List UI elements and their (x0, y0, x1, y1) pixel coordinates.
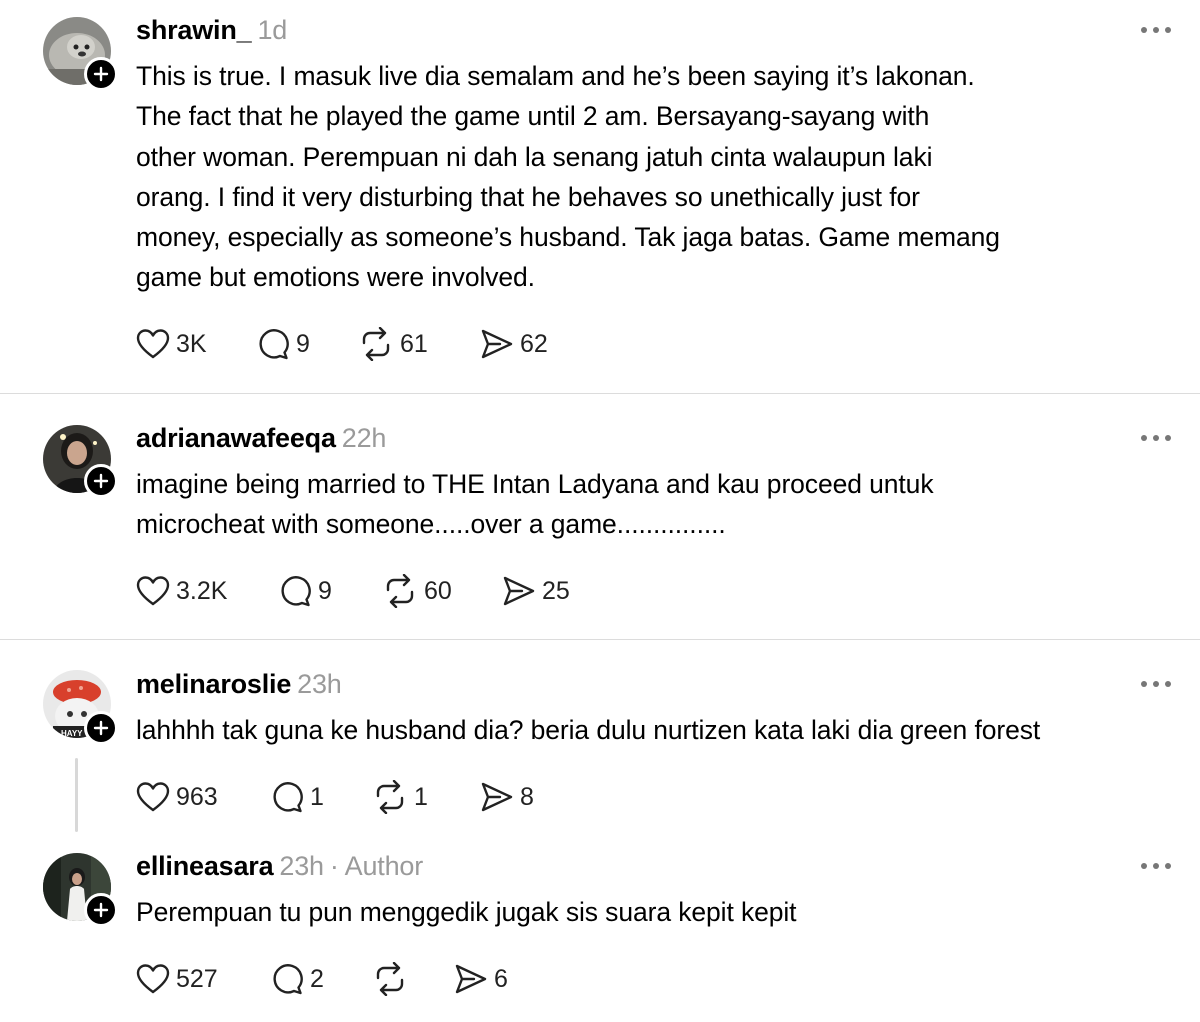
more-dots-icon (1141, 27, 1171, 33)
separator-dot: · (329, 851, 339, 881)
like-button[interactable]: 527 (136, 959, 218, 999)
action-bar: 3.2K 9 60 25 (136, 571, 736, 611)
post-text: lahhhh tak guna ke husband dia? beria du… (136, 710, 1136, 750)
post-header: shrawin_ 1d (136, 15, 287, 46)
repost-count: 1 (414, 782, 428, 811)
more-dots-icon (1141, 863, 1171, 869)
send-icon (455, 964, 487, 994)
reply-button[interactable]: 1 (270, 777, 324, 817)
like-button[interactable]: 3K (136, 324, 207, 364)
repost-count: 60 (424, 576, 452, 605)
more-button[interactable] (1138, 431, 1174, 445)
follow-button[interactable] (84, 893, 118, 927)
post-text: imagine being married to THE Intan Ladya… (136, 464, 1136, 545)
repost-button[interactable] (372, 959, 414, 999)
reply-count: 2 (310, 964, 324, 993)
heart-icon (136, 329, 170, 359)
more-dots-icon (1141, 681, 1171, 687)
username[interactable]: shrawin_ (136, 15, 252, 45)
send-icon (503, 576, 535, 606)
more-button[interactable] (1138, 677, 1174, 691)
plus-icon (93, 720, 109, 736)
speech-bubble-icon (273, 964, 303, 995)
speech-bubble-icon (281, 576, 311, 607)
post-header: adrianawafeeqa 22h (136, 423, 386, 454)
timestamp[interactable]: 1d (257, 15, 287, 45)
thread-connector-line (75, 758, 78, 832)
like-button[interactable]: 3.2K (136, 571, 227, 611)
text-line: microcheat with someone.....over a game.… (136, 509, 726, 540)
like-button[interactable]: 963 (136, 777, 218, 817)
text-line: lahhhh tak guna ke husband dia? beria du… (136, 715, 1041, 745)
reply-button[interactable]: 2 (270, 959, 324, 999)
username[interactable]: adrianawafeeqa (136, 423, 336, 453)
text-line: This is true. I masuk live dia semalam a… (136, 61, 975, 91)
follow-button[interactable] (84, 464, 118, 498)
more-button[interactable] (1138, 859, 1174, 873)
speech-bubble-icon (259, 329, 289, 360)
timestamp[interactable]: 23h (297, 669, 342, 699)
send-icon (481, 329, 513, 359)
text-line: game but emotions were involved. (136, 262, 535, 293)
text-line: imagine being married to THE Intan Ladya… (136, 469, 934, 499)
speech-bubble-icon (273, 782, 303, 813)
username[interactable]: ellineasara (136, 851, 274, 881)
plus-icon (93, 902, 109, 918)
post-header: melinaroslie 23h (136, 669, 342, 700)
share-count: 6 (494, 964, 508, 993)
like-count: 963 (176, 782, 218, 811)
text-line: Perempuan tu pun menggedik jugak sis sua… (136, 897, 797, 927)
timestamp[interactable]: 22h (342, 423, 387, 453)
plus-icon (93, 66, 109, 82)
action-bar: 963 1 1 8 (136, 777, 736, 817)
share-button[interactable]: 25 (502, 571, 570, 611)
heart-icon (136, 782, 170, 812)
share-button[interactable]: 62 (480, 324, 548, 364)
repost-icon (386, 574, 414, 608)
share-button[interactable]: 8 (480, 777, 534, 817)
text-line: other woman. Perempuan ni dah la senang … (136, 141, 933, 172)
username[interactable]: melinaroslie (136, 669, 291, 699)
repost-count: 61 (400, 329, 428, 358)
divider (0, 639, 1200, 640)
action-bar: 527 2 6 (136, 959, 736, 999)
repost-button[interactable]: 61 (358, 324, 428, 364)
heart-icon (136, 964, 170, 994)
heart-icon (136, 576, 170, 606)
share-count: 62 (520, 329, 548, 358)
author-label: Author (344, 851, 424, 881)
reply-button[interactable]: 9 (278, 571, 332, 611)
reply-count: 9 (296, 329, 310, 358)
divider (0, 393, 1200, 394)
reply-button[interactable]: 9 (256, 324, 310, 364)
more-dots-icon (1141, 435, 1171, 441)
more-button[interactable] (1138, 23, 1174, 37)
repost-icon (376, 780, 404, 814)
share-button[interactable]: 6 (454, 959, 508, 999)
send-icon (481, 782, 513, 812)
post-header: ellineasara 23h · Author (136, 851, 423, 882)
post-text: Perempuan tu pun menggedik jugak sis sua… (136, 892, 1136, 932)
text-line: orang. I find it very disturbing that he… (136, 181, 920, 212)
reply-count: 9 (318, 576, 332, 605)
text-line: The fact that he played the game until 2… (136, 101, 930, 132)
like-count: 3.2K (176, 576, 228, 605)
share-count: 25 (542, 576, 570, 605)
text-line: money, especially as someone’s husband. … (136, 222, 1000, 253)
repost-icon (362, 327, 390, 361)
share-count: 8 (520, 782, 534, 811)
action-bar: 3K 9 61 62 (136, 324, 736, 364)
post-text: This is true. I masuk live dia semalam a… (136, 56, 1136, 298)
avatar-caption: HAYY (61, 729, 83, 738)
like-count: 3K (176, 329, 207, 358)
follow-button[interactable] (84, 711, 118, 745)
like-count: 527 (176, 964, 218, 993)
repost-button[interactable]: 1 (372, 777, 428, 817)
follow-button[interactable] (84, 57, 118, 91)
repost-button[interactable]: 60 (382, 571, 452, 611)
timestamp[interactable]: 23h (279, 851, 324, 881)
reply-count: 1 (310, 782, 324, 811)
plus-icon (93, 473, 109, 489)
repost-icon (376, 962, 404, 996)
